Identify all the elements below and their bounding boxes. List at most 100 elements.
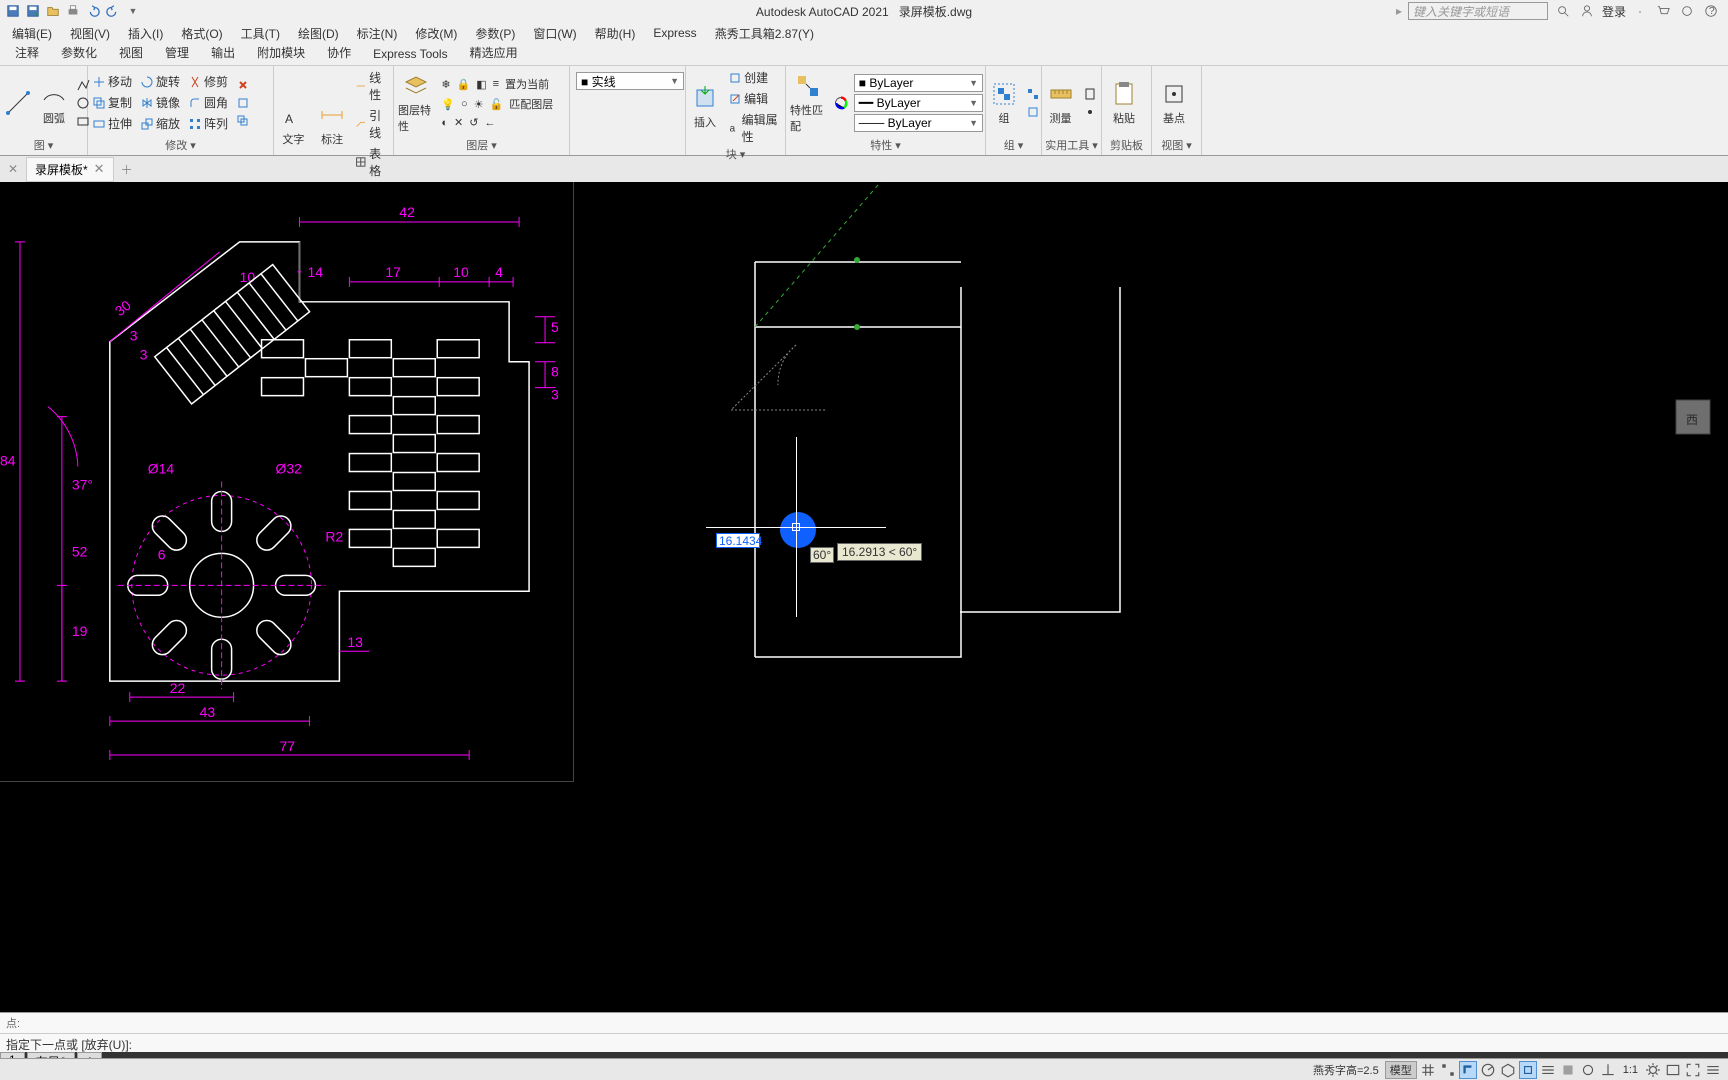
menu-express[interactable]: Express <box>645 24 704 42</box>
tab-close-x[interactable]: ✕ <box>4 160 22 178</box>
explode-icon[interactable] <box>234 95 252 111</box>
fullscreen-icon[interactable] <box>1684 1061 1702 1079</box>
tab-express[interactable]: Express Tools <box>362 43 458 65</box>
search-icon[interactable] <box>1554 2 1572 20</box>
layer-merge-icon[interactable]: ◐ <box>439 116 450 130</box>
calc-icon[interactable] <box>1081 86 1099 102</box>
measure-button[interactable]: 测量 <box>1044 78 1077 128</box>
match-layer-button[interactable]: 匹配图层 <box>507 95 555 113</box>
panel-title-layer[interactable]: 图层 ▾ <box>396 137 567 153</box>
fillet-button[interactable]: 圆角 <box>186 93 230 112</box>
tab-addins[interactable]: 附加模块 <box>246 40 316 65</box>
doc-tab-close-icon[interactable]: ✕ <box>94 161 105 177</box>
panel-title-draw[interactable]: 图 ▾ <box>2 137 85 153</box>
layer-walk-icon[interactable]: ↺ <box>467 115 480 130</box>
app-icon[interactable] <box>1678 2 1696 20</box>
arc-button[interactable]: 圆弧 <box>38 78 70 128</box>
erase-icon[interactable] <box>234 77 252 93</box>
tab-manage[interactable]: 管理 <box>154 40 200 65</box>
trim-button[interactable]: 修剪 <box>186 72 230 91</box>
tab-output[interactable]: 输出 <box>200 40 246 65</box>
scale-button[interactable]: 缩放 <box>138 114 182 133</box>
linear-dim-button[interactable]: 线性 <box>353 68 391 104</box>
command-prompt[interactable]: 指定下一点或 [放弃(U)]: <box>0 1033 1728 1055</box>
cycling-toggle-icon[interactable] <box>1579 1061 1597 1079</box>
new-tab-button[interactable]: ＋ <box>118 160 136 178</box>
tab-collab[interactable]: 协作 <box>316 40 362 65</box>
panel-title-block[interactable]: 块 ▾ <box>688 146 783 162</box>
status-model[interactable]: 模型 <box>1385 1061 1417 1079</box>
stretch-button[interactable]: 拉伸 <box>90 114 134 133</box>
mirror-button[interactable]: 镜像 <box>138 93 182 112</box>
workspace-icon[interactable] <box>1664 1061 1682 1079</box>
ungroup-icon[interactable] <box>1024 86 1042 102</box>
redo-icon[interactable] <box>104 2 122 20</box>
help-icon[interactable]: ? <box>1702 2 1720 20</box>
drawing-canvas[interactable]: 42 14 17 10 4 10 5 8 3 30 3 3 84 52 19 3… <box>0 182 1728 1028</box>
panel-title-viewbase[interactable]: 视图 ▾ <box>1154 137 1199 153</box>
match-properties-button[interactable]: 特性匹配 <box>788 70 828 136</box>
layer-on-icon[interactable]: 💡 <box>439 97 457 112</box>
customize-icon[interactable] <box>1704 1061 1722 1079</box>
snap-toggle-icon[interactable] <box>1439 1061 1457 1079</box>
group-edit-icon[interactable] <box>1024 104 1042 120</box>
color-combo[interactable]: ■ ByLayer▼ <box>854 74 983 92</box>
array-button[interactable]: 阵列 <box>186 114 230 133</box>
panel-title-utilities[interactable]: 实用工具 ▾ <box>1044 137 1099 153</box>
edit-attr-button[interactable]: a编辑属性 <box>726 110 783 146</box>
color-wheel-icon[interactable] <box>832 95 850 111</box>
gear-icon[interactable] <box>1644 1061 1662 1079</box>
grid-toggle-icon[interactable] <box>1419 1061 1437 1079</box>
lineweight-toggle-icon[interactable] <box>1539 1061 1557 1079</box>
tab-view[interactable]: 视图 <box>108 40 154 65</box>
linetype-combo2[interactable]: ─── ByLayer▼ <box>854 114 983 132</box>
dyninput-toggle-icon[interactable] <box>1599 1061 1617 1079</box>
cart-icon[interactable] <box>1654 2 1672 20</box>
transparency-toggle-icon[interactable] <box>1559 1061 1577 1079</box>
undo-icon[interactable] <box>84 2 102 20</box>
move-button[interactable]: 移动 <box>90 72 134 91</box>
dimension-button[interactable]: 标注 <box>315 99 350 149</box>
osnap-toggle-icon[interactable] <box>1519 1061 1537 1079</box>
menu-modify[interactable]: 修改(M) <box>407 23 465 44</box>
panel-title-modify[interactable]: 修改 ▾ <box>90 137 271 153</box>
basepoint-button[interactable]: 基点 <box>1154 78 1194 128</box>
layer-iso-icon[interactable]: ≡ <box>491 77 501 91</box>
ortho-toggle-icon[interactable] <box>1459 1061 1477 1079</box>
layer-lock-icon[interactable]: 🔒 <box>455 77 473 92</box>
status-scale[interactable]: 1:1 <box>1619 1064 1642 1076</box>
tab-annotate[interactable]: 注释 <box>4 40 50 65</box>
menu-help[interactable]: 帮助(H) <box>587 23 644 44</box>
layer-unlock-icon[interactable]: 🔓 <box>488 97 506 112</box>
layer-delete-icon[interactable]: ✕ <box>452 115 465 130</box>
panel-title-properties[interactable]: 特性 ▾ <box>788 137 983 153</box>
make-current-button[interactable]: 置为当前 <box>503 75 551 93</box>
tab-featured[interactable]: 精选应用 <box>459 40 529 65</box>
layer-off-icon[interactable]: ○ <box>459 97 470 111</box>
lineweight-combo[interactable]: ━━ ByLayer▼ <box>854 94 983 112</box>
print-icon[interactable] <box>64 2 82 20</box>
linetype-combo[interactable]: ■ 实线▼ <box>576 72 684 90</box>
save-icon[interactable] <box>4 2 22 20</box>
point-icon[interactable] <box>1081 104 1099 120</box>
offset-icon[interactable] <box>234 113 252 129</box>
line-button[interactable] <box>2 87 34 119</box>
text-button[interactable]: A文字 <box>276 99 311 149</box>
copy-button[interactable]: 复制 <box>90 93 134 112</box>
create-block-button[interactable]: 创建 <box>726 68 783 87</box>
layer-properties-button[interactable]: 图层特性 <box>396 70 435 136</box>
login-link[interactable]: 登录 <box>1602 3 1626 20</box>
leader-button[interactable]: 引线 <box>353 106 391 142</box>
view-cube[interactable]: 西 <box>1658 382 1728 452</box>
polar-toggle-icon[interactable] <box>1479 1061 1497 1079</box>
command-line[interactable]: 点: 指定下一点或 [放弃(U)]: <box>0 1012 1728 1052</box>
group-button[interactable]: 组 <box>988 78 1020 128</box>
insert-block-button[interactable]: 插入 <box>688 82 722 132</box>
qat-dropdown-icon[interactable]: ▼ <box>124 2 142 20</box>
table-button[interactable]: 表格 <box>353 144 391 180</box>
document-tab[interactable]: 录屏模板* ✕ <box>26 157 114 182</box>
isoplane-toggle-icon[interactable] <box>1499 1061 1517 1079</box>
layer-thaw-icon[interactable]: ☀ <box>472 97 486 112</box>
layer-prev-icon[interactable]: ← <box>482 116 497 130</box>
panel-title-group[interactable]: 组 ▾ <box>988 137 1039 153</box>
